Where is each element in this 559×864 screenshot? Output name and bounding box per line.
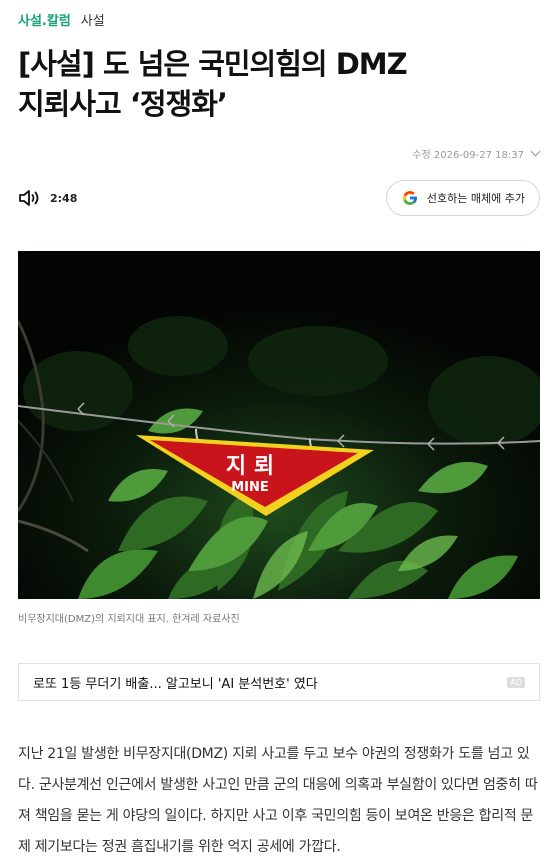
sponsored-link-text: 로또 1등 무더기 배출... 알고보니 'AI 분석번호' 였다 [33, 676, 318, 692]
sign-text-korean: 지 뢰 [226, 454, 274, 479]
article-meta[interactable]: 수정 2026-09-27 18:37 [412, 146, 541, 161]
audio-duration: 2:48 [50, 191, 78, 205]
dmz-mine-sign-image: 지 뢰 MINE [18, 251, 540, 599]
breadcrumb: 사설.칼럼 사설 [18, 12, 105, 32]
ad-badge: AD [507, 677, 525, 688]
article-tools: 2:48 선호하는 매체에 추가 [18, 180, 540, 216]
headline-line-2: 지뢰사고 ‘정쟁화’ [18, 87, 228, 121]
headline-line-1: [사설] 도 넘은 국민의힘의 DMZ [18, 47, 408, 81]
google-g-icon [403, 191, 418, 205]
chevron-down-icon[interactable] [530, 146, 541, 157]
add-preferred-source-button[interactable]: 선호하는 매체에 추가 [385, 180, 540, 216]
breadcrumb-section-link[interactable]: 사설.칼럼 [18, 12, 71, 32]
photo-caption: 비무장지대(DMZ)의 지뢰지대 표지. 한겨레 자료사진 [18, 614, 240, 625]
breadcrumb-subsection-link[interactable]: 사설 [81, 12, 105, 32]
article-photo: 지 뢰 MINE [18, 251, 540, 599]
speaker-icon [19, 190, 39, 206]
article-body: 지난 21일 발생한 비무장지대(DMZ) 지뢰 사고를 두고 보수 야권의 정… [18, 746, 538, 855]
audio-play-button[interactable]: 2:48 [18, 188, 77, 208]
sign-text-english: MINE [231, 480, 269, 495]
sponsored-link[interactable]: 로또 1등 무더기 배출... 알고보니 'AI 분석번호' 였다 AD [18, 663, 540, 701]
updated-timestamp: 수정 2026-09-27 18:37 [412, 150, 524, 161]
add-preferred-source-label: 선호하는 매체에 추가 [426, 192, 525, 205]
article-headline: [사설] 도 넘은 국민의힘의 DMZ 지뢰사고 ‘정쟁화’ [18, 44, 538, 124]
